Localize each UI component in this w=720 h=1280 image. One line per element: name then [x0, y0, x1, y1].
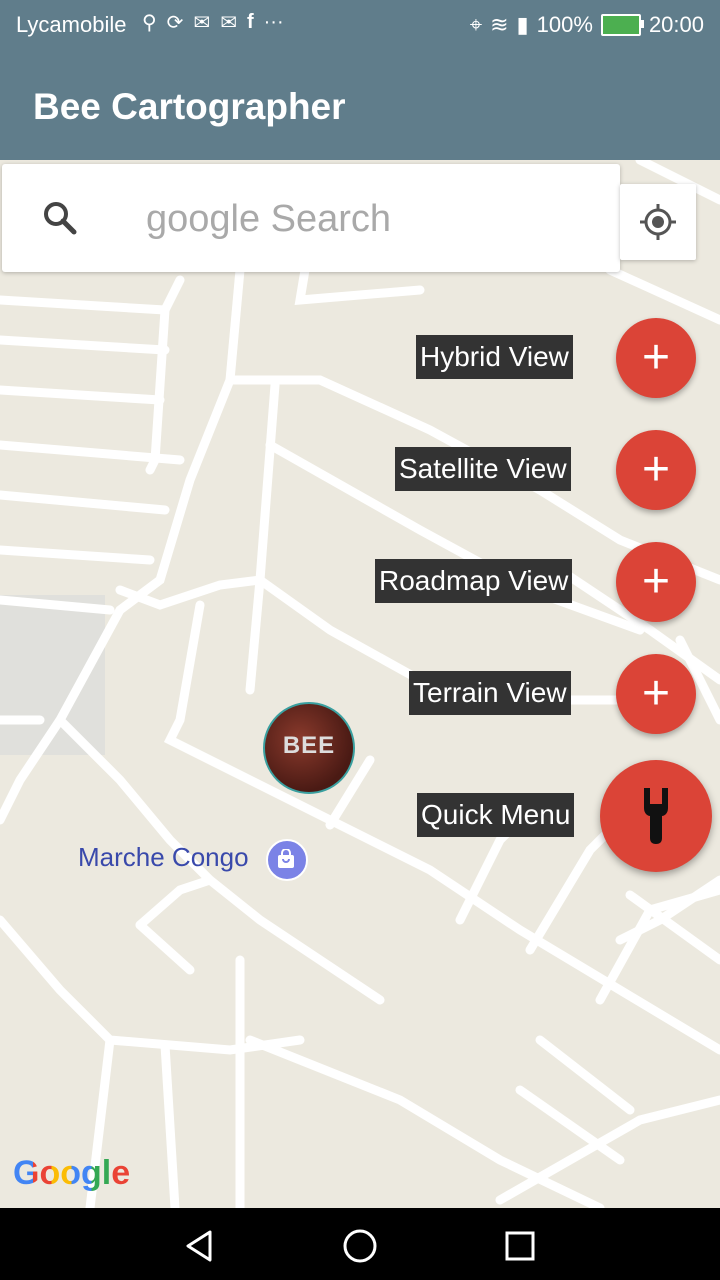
clock: 20:00 [648, 12, 704, 37]
roadmap-view-label[interactable]: Roadmap View [375, 559, 573, 603]
hybrid-view-label[interactable]: Hybrid View [416, 335, 573, 379]
satellite-view-label[interactable]: Satellite View [395, 447, 571, 491]
facebook-icon: f [246, 11, 254, 33]
app-bar: Bee Cartographer [0, 52, 720, 160]
recents-icon[interactable] [500, 1226, 540, 1266]
terrain-view-button[interactable]: + [616, 654, 696, 734]
google-logo: Google [13, 1154, 130, 1193]
wrench-icon [644, 788, 668, 844]
quick-menu-label[interactable]: Quick Menu [417, 793, 575, 837]
shopping-bag-icon[interactable] [266, 839, 308, 881]
marker-logo-text: BEE [282, 732, 336, 759]
gmail-icon: ✉ [220, 12, 237, 34]
search-bar [2, 164, 620, 272]
notification-icons: ⚲ ⟳ ✉ ✉ f ··· [142, 10, 284, 35]
carrier-name: Lycamobile [16, 12, 127, 37]
location-icon: ⌖ [469, 12, 483, 37]
sync-icon: ⟳ [166, 12, 184, 34]
hybrid-view-button[interactable]: + [616, 318, 696, 398]
crosshair-icon [640, 204, 676, 240]
system-icons: ⌖ ≋ ▮ 100% 20:00 [470, 12, 704, 38]
bee-location-marker[interactable]: BEE [263, 702, 355, 794]
satellite-view-button[interactable]: + [616, 430, 696, 510]
plus-icon: + [641, 667, 671, 720]
back-icon[interactable] [180, 1226, 220, 1266]
place-label[interactable]: Marche Congo [78, 842, 249, 873]
terrain-view-label[interactable]: Terrain View [409, 671, 571, 715]
wifi-icon: ≋ [490, 12, 509, 37]
map-roads [0, 160, 720, 1208]
app-title: Bee Cartographer [33, 86, 346, 127]
mail-icon: ✉ [193, 12, 211, 34]
more-icon: ··· [263, 11, 284, 33]
quick-menu-button[interactable] [600, 760, 712, 872]
google-logo-text: Google [13, 1154, 131, 1192]
status-bar: Lycamobile ⚲ ⟳ ✉ ✉ f ··· ⌖ ≋ ▮ 100% 20:0… [0, 0, 720, 52]
roadmap-view-button[interactable]: + [616, 542, 696, 622]
plus-icon: + [641, 331, 671, 384]
signal-icon: ▮ [516, 12, 529, 37]
plus-icon: + [641, 443, 671, 496]
map-view[interactable] [0, 160, 720, 1208]
home-icon[interactable] [340, 1226, 380, 1266]
search-icon[interactable] [40, 198, 80, 238]
search-input[interactable] [144, 190, 588, 248]
plus-icon: + [641, 555, 671, 608]
usb-icon: ⚲ [142, 12, 157, 34]
battery-icon [600, 14, 644, 36]
battery-percent: 100% [536, 12, 593, 37]
my-location-button[interactable] [620, 184, 696, 260]
navigation-bar [0, 1208, 720, 1280]
